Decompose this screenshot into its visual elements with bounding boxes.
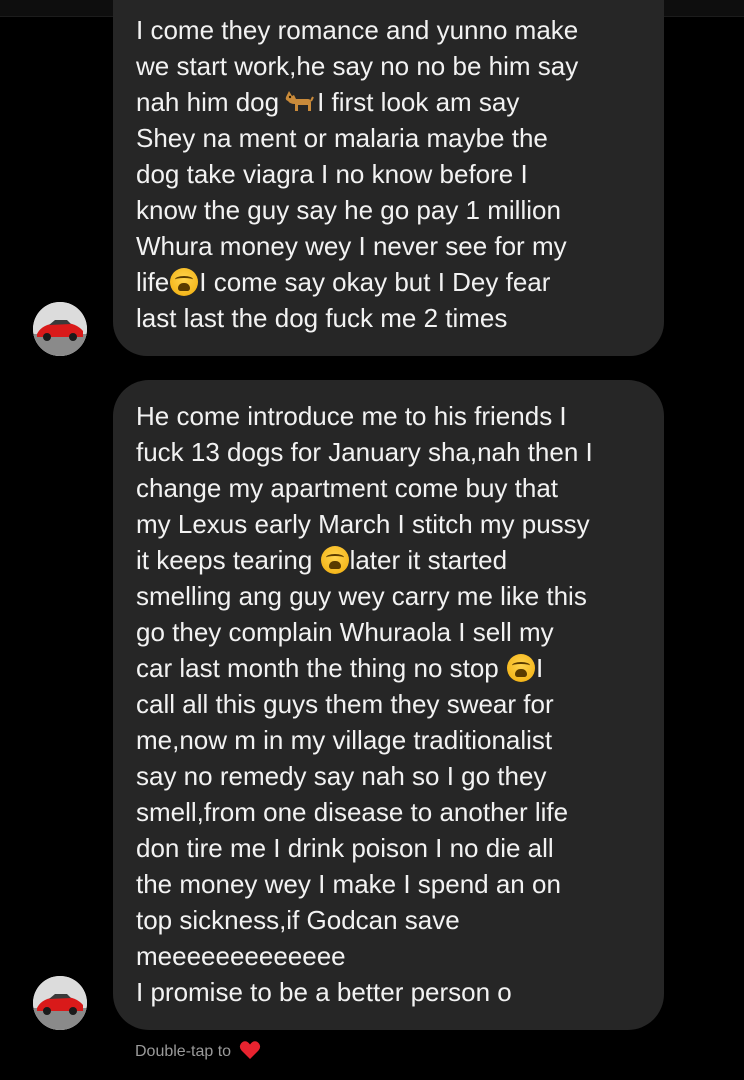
message-line: Whura money wey I never see for my: [136, 231, 567, 261]
message-line: the money wey I make I spend an on: [136, 869, 561, 899]
message-line: call all this guys them they swear for: [136, 689, 554, 719]
message-bubble[interactable]: He come introduce me to his friends I fu…: [113, 380, 664, 1030]
message-line: we start work,he say no no be him say: [136, 51, 579, 81]
red-sports-car-icon: [33, 302, 87, 356]
sender-avatar[interactable]: [33, 302, 87, 356]
message-line: last last the dog fuck me 2 times: [136, 303, 508, 333]
message-line: say no remedy say nah so I go they: [136, 761, 547, 791]
message-line: nah him dog I first look am say: [136, 84, 652, 120]
message-line: fuck 13 dogs for January sha,nah then I: [136, 437, 593, 467]
tired-face-emoji-icon: [320, 546, 349, 574]
message-line: know the guy say he go pay 1 million: [136, 195, 561, 225]
message-line: change my apartment come buy that: [136, 473, 559, 503]
hint-text: Double-tap to: [135, 1043, 232, 1060]
heart-icon[interactable]: [239, 1040, 261, 1060]
message-text: it keeps tearing: [136, 545, 313, 575]
message-line: my Lexus early March I stitch my pussy: [136, 509, 590, 539]
dog-emoji-icon: [285, 91, 315, 111]
message-text: I come say okay but I Dey fear: [199, 267, 551, 297]
message-text: later it started: [349, 545, 508, 575]
message-line: car last month the thing no stop I: [136, 650, 652, 686]
message-line: I come they romance and yunno make: [136, 15, 579, 45]
message-line: Shey na ment or malaria maybe the: [136, 123, 548, 153]
red-sports-car-icon: [33, 976, 87, 1030]
message-line: it keeps tearing later it started: [136, 542, 652, 578]
message-line: life I come say okay but I Dey fear: [136, 264, 652, 300]
tired-face-emoji-icon: [170, 268, 199, 296]
sender-avatar[interactable]: [33, 976, 87, 1030]
message-text: I first look am say: [317, 87, 520, 117]
message-line: dog take viagra I no know before I: [136, 159, 528, 189]
tired-face-emoji-icon: [507, 654, 536, 682]
message-text: I: [536, 653, 544, 683]
message-line: meeeeeeeeeeeee: [136, 941, 346, 971]
message-line: don tire me I drink poison I no die all: [136, 833, 554, 863]
message-line: I promise to be a better person o: [136, 977, 512, 1007]
message-text: life: [136, 267, 170, 297]
message-line: me,now m in my village traditionalist: [136, 725, 553, 755]
message-line: smelling ang guy wey carry me like this: [136, 581, 587, 611]
message-line: He come introduce me to his friends I: [136, 401, 567, 431]
message-text: nah him dog: [136, 87, 280, 117]
double-tap-hint: Double-tap to: [135, 1040, 261, 1062]
message-line: go they complain Whuraola I sell my: [136, 617, 554, 647]
message-text: car last month the thing no stop: [136, 653, 499, 683]
message-line: smell,from one disease to another life: [136, 797, 569, 827]
message-line: top sickness,if Godcan save: [136, 905, 460, 935]
message-bubble[interactable]: I come they romance and yunno make we st…: [113, 0, 664, 356]
